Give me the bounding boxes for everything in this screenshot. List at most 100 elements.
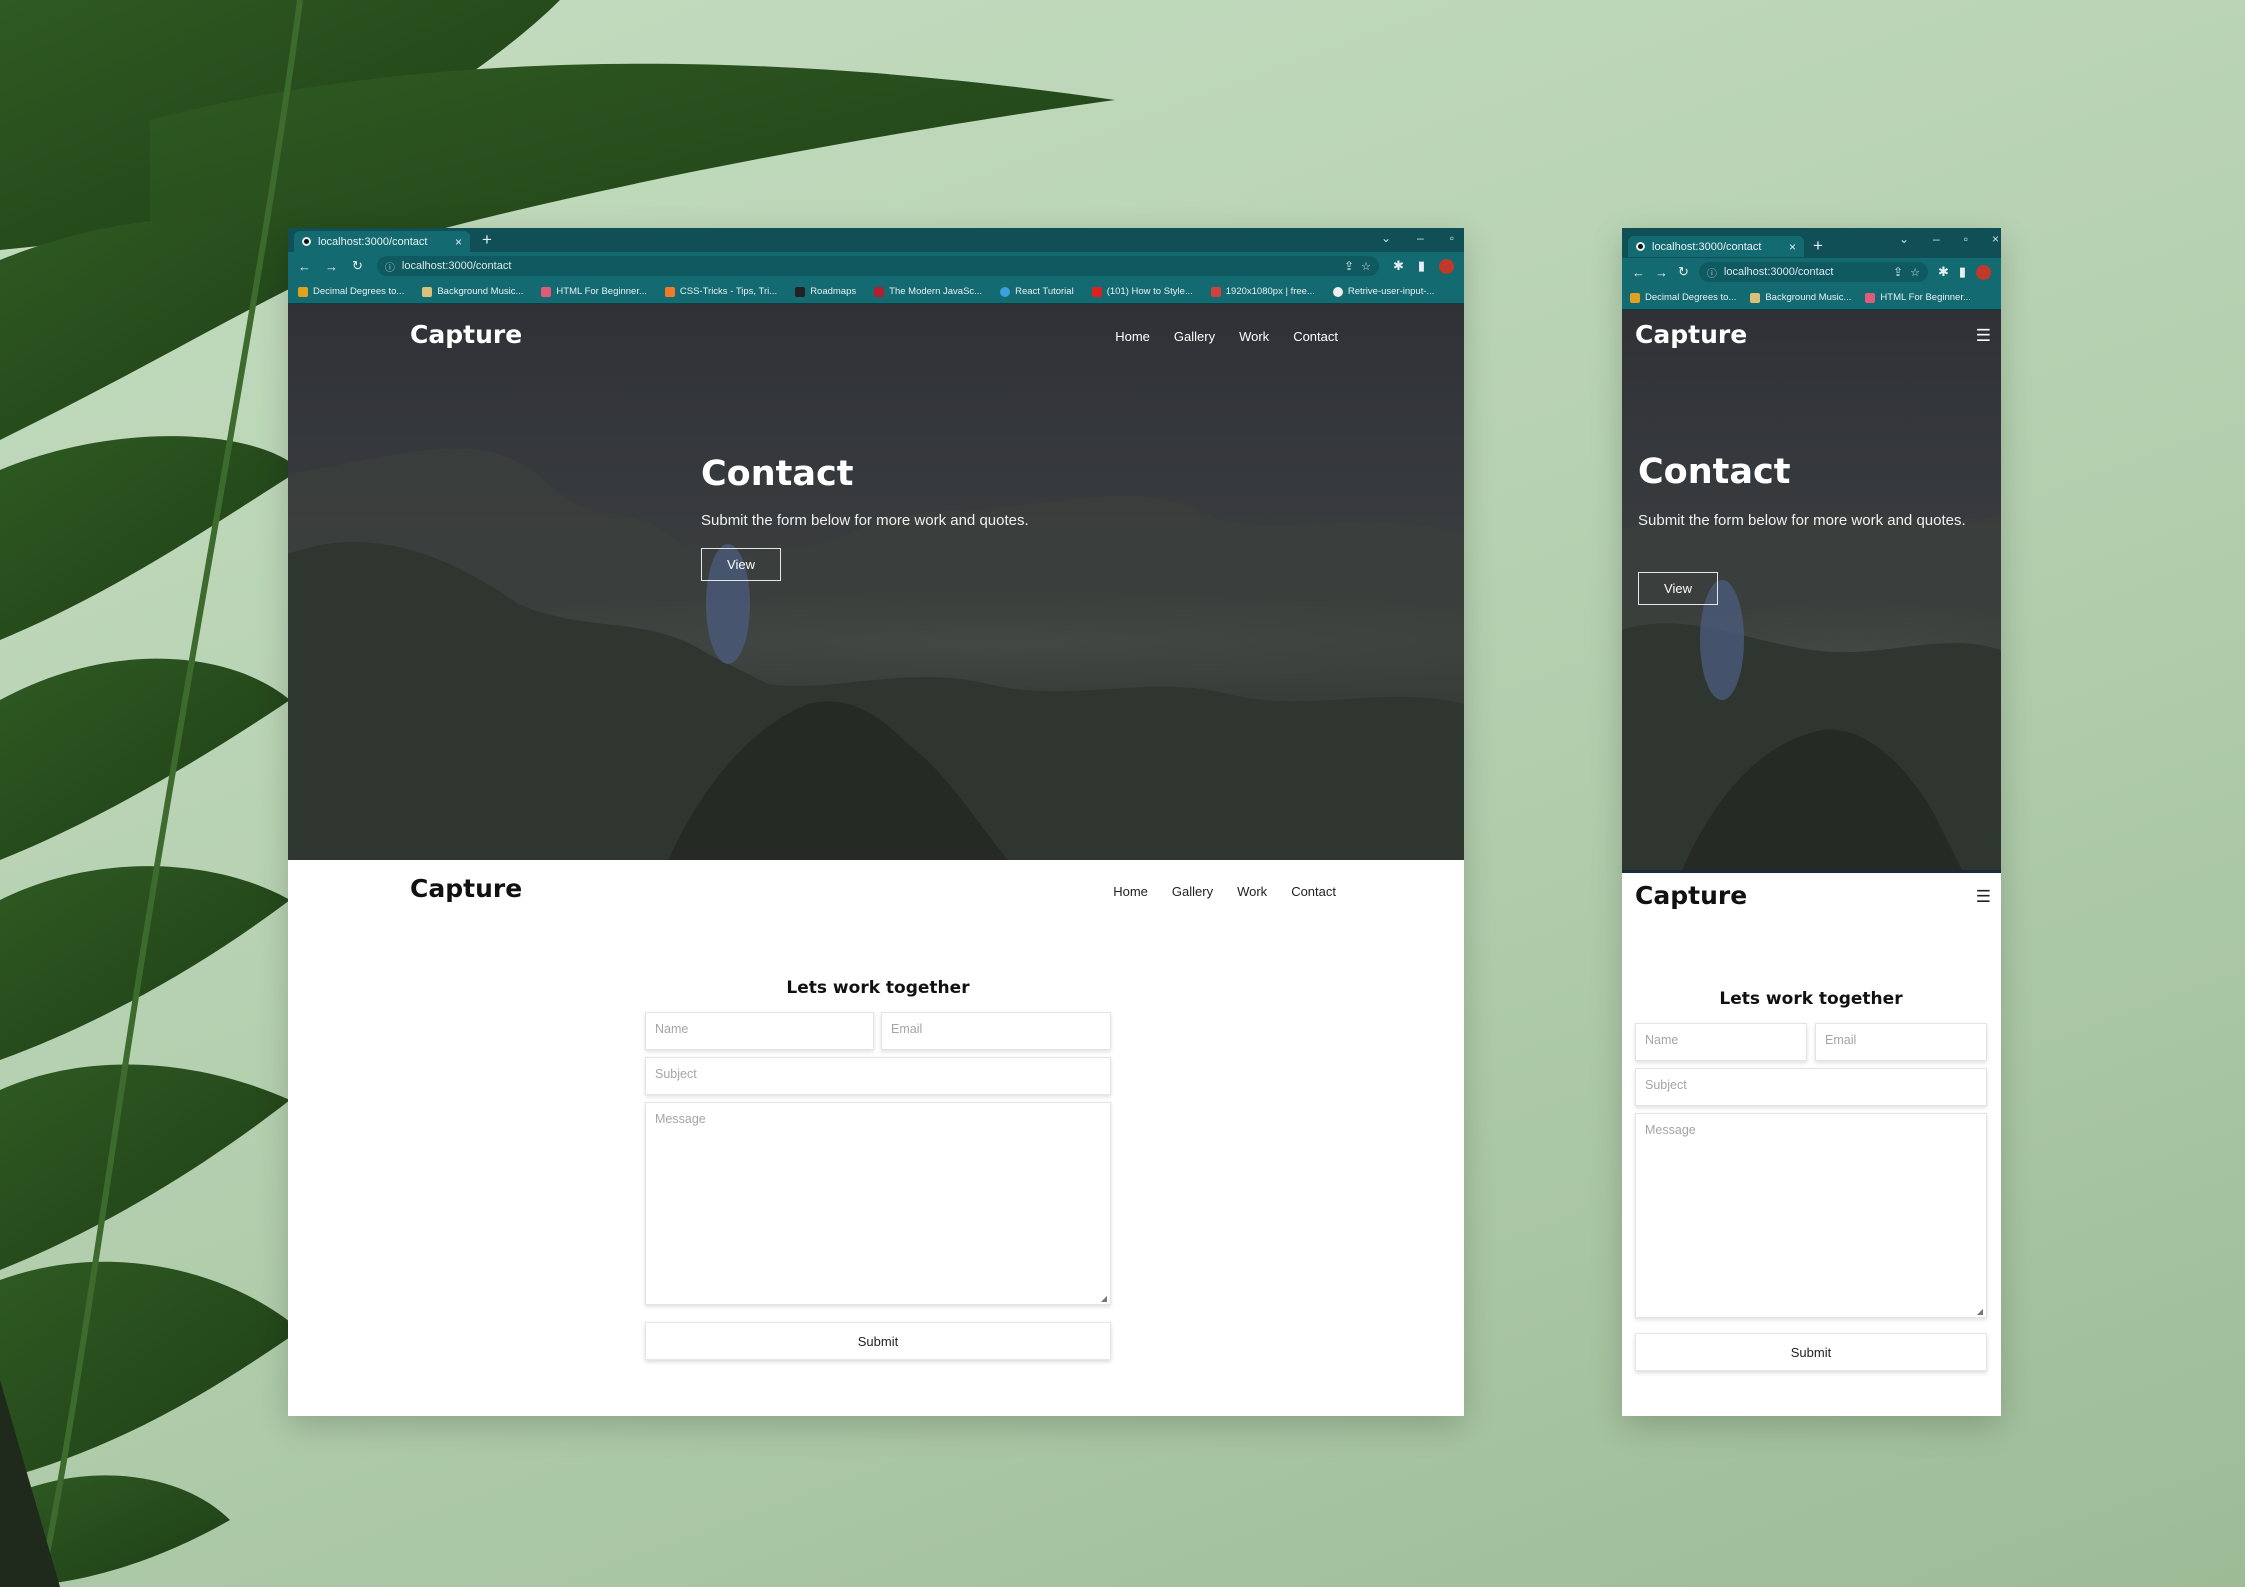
browser-chrome: localhost:3000/contact × + ⌄ – ▫ ← → ↻ ⓘ… (288, 228, 1464, 304)
nav-work[interactable]: Work (1237, 884, 1267, 899)
hero-subtitle: Submit the form below for more work and … (1638, 512, 1966, 529)
bookmarks-bar: Decimal Degrees to... Background Music..… (1622, 286, 2001, 310)
mobile-browser-window: localhost:3000/contact × + ⌄ – ▫ × ← → ↻… (1622, 228, 2001, 1416)
share-icon[interactable]: ⇪ (1344, 259, 1354, 273)
subject-field[interactable]: Subject (1635, 1068, 1987, 1106)
nav-home[interactable]: Home (1113, 884, 1148, 899)
bookmark-item[interactable]: Decimal Degrees to... (1630, 292, 1736, 303)
bookmark-item[interactable]: Background Music... (1750, 292, 1851, 303)
name-field[interactable]: Name (1635, 1023, 1807, 1061)
bookmark-item[interactable]: Retrive-user-input-... (1332, 286, 1434, 297)
hero-title: Contact (1638, 452, 1791, 492)
back-icon[interactable]: ← (1632, 265, 1645, 280)
form-title: Lets work together (786, 978, 970, 998)
name-field[interactable]: Name (645, 1012, 874, 1050)
reload-icon[interactable]: ↻ (1678, 264, 1689, 280)
site-info-icon[interactable]: ⓘ (385, 259, 395, 274)
window-controls: ⌄ – ▫ (1381, 231, 1454, 245)
bookmark-star-icon[interactable]: ☆ (1361, 260, 1371, 273)
bookmark-item[interactable]: HTML For Beginner... (1865, 292, 1971, 303)
form-title: Lets work together (1719, 989, 1903, 1009)
address-bar[interactable]: ⓘ localhost:3000/contact ⇪ ☆ (376, 256, 1379, 276)
hero-section: Capture ☰ Contact Submit the form below … (1622, 310, 2001, 870)
favicon-icon (1636, 242, 1645, 251)
desktop-browser-window: localhost:3000/contact × + ⌄ – ▫ ← → ↻ ⓘ… (288, 228, 1464, 1416)
extensions-icon[interactable]: ✱ (1938, 264, 1949, 280)
site-logo[interactable]: Capture (410, 320, 522, 349)
site-logo[interactable]: Capture (410, 874, 522, 903)
resize-grip-icon[interactable]: ◢ (1101, 1294, 1107, 1303)
nav-work[interactable]: Work (1239, 329, 1269, 344)
submit-button[interactable]: Submit (645, 1322, 1111, 1360)
close-window-icon[interactable]: × (1992, 232, 1999, 246)
browser-tab[interactable]: localhost:3000/contact × (1628, 236, 1804, 257)
message-field[interactable]: Message ◢ (645, 1102, 1111, 1305)
contact-section: Capture ☰ Lets work together Name Email … (1622, 870, 2001, 1416)
site-logo[interactable]: Capture (1635, 881, 1747, 910)
menu-icon[interactable]: ☰ (1976, 326, 1991, 346)
site-logo[interactable]: Capture (1635, 320, 1747, 349)
maximize-icon[interactable]: ▫ (1964, 232, 1968, 246)
menu-icon[interactable]: ☰ (1976, 887, 1991, 907)
view-button[interactable]: View (1638, 572, 1718, 605)
profile-avatar[interactable] (1976, 264, 1991, 280)
nav-home[interactable]: Home (1115, 329, 1150, 344)
bookmark-item[interactable]: 1920x1080px | free... (1210, 286, 1315, 297)
profile-avatar[interactable] (1439, 258, 1454, 274)
main-nav: Home Gallery Work Contact (1113, 884, 1336, 899)
window-controls: ⌄ – ▫ × (1899, 232, 1999, 246)
contact-section: Capture Home Gallery Work Contact Lets w… (288, 860, 1464, 1416)
hero-subtitle: Submit the form below for more work and … (701, 512, 1029, 529)
resize-grip-icon[interactable]: ◢ (1977, 1307, 1983, 1316)
minimize-icon[interactable]: – (1417, 231, 1424, 245)
message-placeholder: Message (1645, 1123, 1696, 1137)
email-field[interactable]: Email (1815, 1023, 1987, 1061)
maximize-icon[interactable]: ▫ (1450, 231, 1454, 245)
submit-button[interactable]: Submit (1635, 1333, 1987, 1371)
new-tab-button[interactable]: + (482, 230, 492, 250)
nav-contact[interactable]: Contact (1291, 884, 1336, 899)
site-info-icon[interactable]: ⓘ (1707, 265, 1717, 280)
side-panel-icon[interactable]: ▮ (1418, 258, 1425, 274)
favicon-icon (302, 237, 311, 246)
browser-chrome: localhost:3000/contact × + ⌄ – ▫ × ← → ↻… (1622, 228, 2001, 310)
tab-search-icon[interactable]: ⌄ (1899, 232, 1909, 246)
message-field[interactable]: Message ◢ (1635, 1113, 1987, 1318)
bookmark-star-icon[interactable]: ☆ (1910, 266, 1920, 279)
browser-tab[interactable]: localhost:3000/contact × (294, 231, 470, 252)
forward-icon[interactable]: → (325, 259, 338, 274)
bookmark-item[interactable]: Background Music... (422, 286, 523, 297)
view-button[interactable]: View (701, 548, 781, 581)
new-tab-button[interactable]: + (1813, 236, 1823, 256)
url-text: localhost:3000/contact (1723, 266, 1834, 278)
bookmark-item[interactable]: The Modern JavaSc... (874, 286, 982, 297)
browser-toolbar: ← → ↻ ⓘ localhost:3000/contact ⇪ ☆ ✱ ▮ (288, 252, 1464, 280)
message-placeholder: Message (655, 1112, 706, 1126)
nav-gallery[interactable]: Gallery (1174, 329, 1215, 344)
subject-field[interactable]: Subject (645, 1057, 1111, 1095)
bookmark-item[interactable]: (101) How to Style... (1091, 286, 1193, 297)
main-nav: Home Gallery Work Contact (1115, 329, 1338, 344)
email-field[interactable]: Email (881, 1012, 1111, 1050)
tab-search-icon[interactable]: ⌄ (1381, 231, 1391, 245)
close-tab-icon[interactable]: × (455, 235, 462, 249)
bookmark-item[interactable]: HTML For Beginner... (541, 286, 647, 297)
share-icon[interactable]: ⇪ (1893, 265, 1903, 279)
url-text: localhost:3000/contact (401, 260, 512, 272)
bookmark-item[interactable]: CSS-Tricks - Tips, Tri... (664, 286, 777, 297)
reload-icon[interactable]: ↻ (352, 258, 363, 274)
bookmark-item[interactable]: React Tutorial (1000, 286, 1074, 297)
nav-contact[interactable]: Contact (1293, 329, 1338, 344)
forward-icon[interactable]: → (1655, 265, 1668, 280)
bookmark-item[interactable]: Decimal Degrees to... (298, 286, 404, 297)
address-bar[interactable]: ⓘ localhost:3000/contact ⇪ ☆ (1698, 262, 1928, 282)
hero-section: Capture Home Gallery Work Contact Contac… (288, 304, 1464, 860)
side-panel-icon[interactable]: ▮ (1959, 264, 1966, 280)
tab-strip: localhost:3000/contact × + ⌄ – ▫ (288, 228, 1464, 252)
close-tab-icon[interactable]: × (1789, 240, 1796, 254)
back-icon[interactable]: ← (298, 259, 311, 274)
nav-gallery[interactable]: Gallery (1172, 884, 1213, 899)
minimize-icon[interactable]: – (1933, 232, 1940, 246)
bookmark-item[interactable]: Roadmaps (795, 286, 856, 297)
extensions-icon[interactable]: ✱ (1393, 258, 1404, 274)
